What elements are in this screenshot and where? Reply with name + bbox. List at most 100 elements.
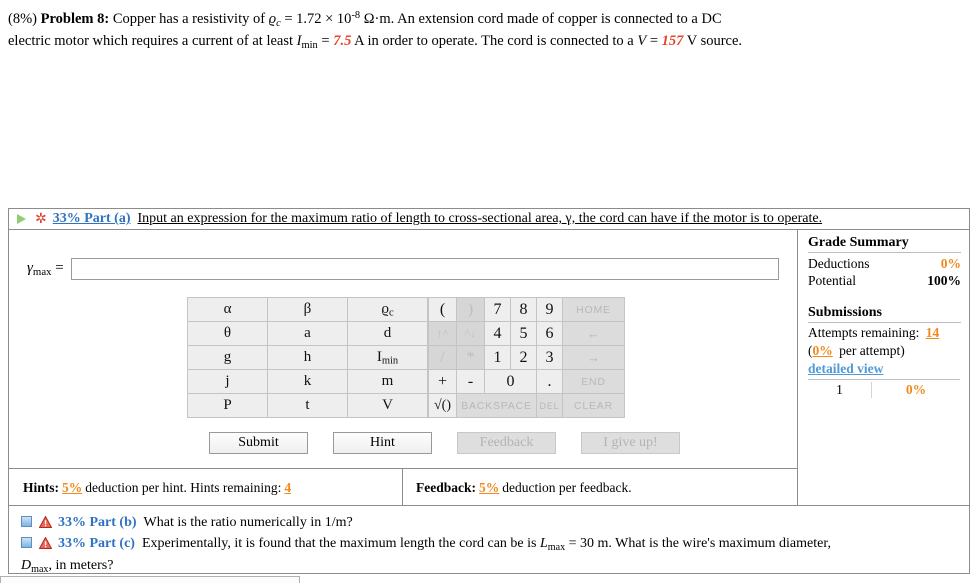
dmax-subscript: max (31, 563, 49, 575)
part-a-link[interactable]: 33% Part (a) (53, 211, 131, 227)
part-a-panel: ✲ 33% Part (a) Input an expression for t… (8, 208, 970, 506)
part-a-workspace: γmax = α β ϱc θ a d g h Imin j k m P t V… (9, 230, 798, 506)
key-right-arrow-icon: → (562, 345, 625, 370)
key-beta[interactable]: β (267, 297, 348, 322)
grade-summary-panel: Grade Summary Deductions 0% Potential 10… (798, 230, 969, 506)
key-i-min[interactable]: Imin (347, 345, 428, 370)
blue-square-icon[interactable] (21, 537, 32, 548)
key-label: BACKSPACE (461, 399, 532, 412)
key-label: k (303, 373, 312, 389)
imin-value: 7.5 (333, 33, 352, 50)
key-t[interactable]: t (267, 393, 348, 418)
feedback-deduction-pct: 5% (479, 479, 500, 495)
key-left-arrow-icon: ← (562, 321, 625, 346)
key-sqrt[interactable]: √() (428, 393, 457, 418)
attempt-number: 1 (808, 381, 872, 398)
key-4[interactable]: 4 (484, 321, 511, 346)
key-label: 1 (493, 348, 502, 366)
key-label: β (303, 301, 312, 317)
key-label: d (383, 325, 392, 341)
key-0[interactable]: 0 (484, 369, 537, 394)
part-c-row: 33% Part (c) Experimentally, it is found… (21, 533, 969, 555)
key-p[interactable]: P (187, 393, 268, 418)
key-j[interactable]: j (187, 369, 268, 394)
key-label: 6 (545, 324, 554, 342)
key-plus[interactable]: + (428, 369, 457, 394)
key-9[interactable]: 9 (536, 297, 563, 322)
keypad-var-row: θ a d (187, 321, 428, 346)
key-label: g (223, 349, 232, 365)
key-v[interactable]: V (347, 393, 428, 418)
per-attempt-pct: 0% (812, 343, 833, 359)
key-label: α (223, 301, 232, 317)
detailed-view-link[interactable]: detailed view (808, 361, 961, 377)
submit-button[interactable]: Submit (209, 432, 308, 454)
key-decimal-point[interactable]: . (536, 369, 563, 394)
key-g[interactable]: g (187, 345, 268, 370)
key-label: 5 (519, 324, 528, 342)
part-c-text-b: = 30 m. What is the wire's maximum diame… (565, 536, 831, 551)
keypad-numeric: ( ) 7 8 9 HOME ↑^ ^↓ 4 5 6 ← / * 1 2 3 →… (428, 297, 625, 418)
key-h[interactable]: h (267, 345, 348, 370)
feedback-label: Feedback: (416, 479, 477, 495)
imin-equals: = (317, 33, 334, 50)
key-k[interactable]: k (267, 369, 348, 394)
key-label: 0 (506, 372, 515, 390)
lmax-subscript: max (547, 541, 566, 553)
problem-line2-a: electric motor which requires a current … (8, 33, 297, 50)
answer-input[interactable] (70, 258, 779, 280)
voltage-value: 157 (661, 33, 684, 50)
keypad-num-row: / * 1 2 3 → (428, 345, 625, 370)
key-alpha[interactable]: α (187, 297, 268, 322)
part-c-tail: , in meters? (48, 557, 114, 573)
key-a[interactable]: a (267, 321, 348, 346)
part-c-link[interactable]: 33% Part (c) (58, 533, 135, 554)
problem-line1-b: = 1.72 × 10 (280, 11, 352, 28)
dmax-symbol: D (21, 557, 32, 573)
grade-summary-title: Grade Summary (808, 235, 909, 250)
keypad-num-row: ↑^ ^↓ 4 5 6 ← (428, 321, 625, 346)
answer-equals: = (51, 259, 64, 276)
part-b-link[interactable]: 33% Part (b) (58, 512, 137, 533)
key-theta[interactable]: θ (187, 321, 268, 346)
key-minus[interactable]: - (456, 369, 485, 394)
key-label: t (305, 397, 310, 413)
key-label: ↑^ (436, 326, 449, 340)
key-6[interactable]: 6 (536, 321, 563, 346)
key-m[interactable]: m (347, 369, 428, 394)
key-open-paren[interactable]: ( (428, 297, 457, 322)
attempt-history-table: 1 0% (808, 378, 960, 398)
per-attempt-text: per attempt) (835, 343, 905, 359)
key-backspace: BACKSPACE (456, 393, 537, 418)
key-label: 3 (545, 348, 554, 366)
key-close-paren: ) (456, 297, 485, 322)
keypad: α β ϱc θ a d g h Imin j k m P t V () 7 … (187, 297, 797, 418)
key-d[interactable]: d (347, 321, 428, 346)
key-2[interactable]: 2 (510, 345, 537, 370)
key-label: 8 (519, 300, 528, 318)
key-label: h (303, 349, 312, 365)
key-label: j (225, 373, 230, 389)
key-5[interactable]: 5 (510, 321, 537, 346)
key-rho-c[interactable]: ϱc (347, 297, 428, 322)
problem-line2-b: A in order to operate. The cord is conne… (351, 33, 638, 50)
play-triangle-icon[interactable] (17, 214, 26, 224)
key-1[interactable]: 1 (484, 345, 511, 370)
voltage-equals: = (646, 33, 662, 50)
problem-line1-a: Copper has a resistivity of (112, 11, 269, 28)
part-b-row: 33% Part (b) What is the ratio numerical… (21, 512, 969, 533)
problem-statement: (8%) Problem 8: Copper has a resistivity… (0, 0, 978, 53)
part-c-text-a: Experimentally, it is found that the max… (141, 536, 540, 551)
hint-button[interactable]: Hint (333, 432, 432, 454)
key-label: HOME (576, 303, 611, 316)
feedback-text: deduction per feedback. (502, 479, 632, 495)
key-7[interactable]: 7 (484, 297, 511, 322)
potential-label: Potential (808, 273, 856, 289)
parts-b-c-panel: 33% Part (b) What is the ratio numerical… (8, 506, 970, 575)
warning-triangle-icon (38, 514, 53, 528)
key-3[interactable]: 3 (536, 345, 563, 370)
key-label: 9 (545, 300, 554, 318)
blue-square-icon[interactable] (21, 516, 32, 527)
keypad-num-row: ( ) 7 8 9 HOME (428, 297, 625, 322)
key-8[interactable]: 8 (510, 297, 537, 322)
